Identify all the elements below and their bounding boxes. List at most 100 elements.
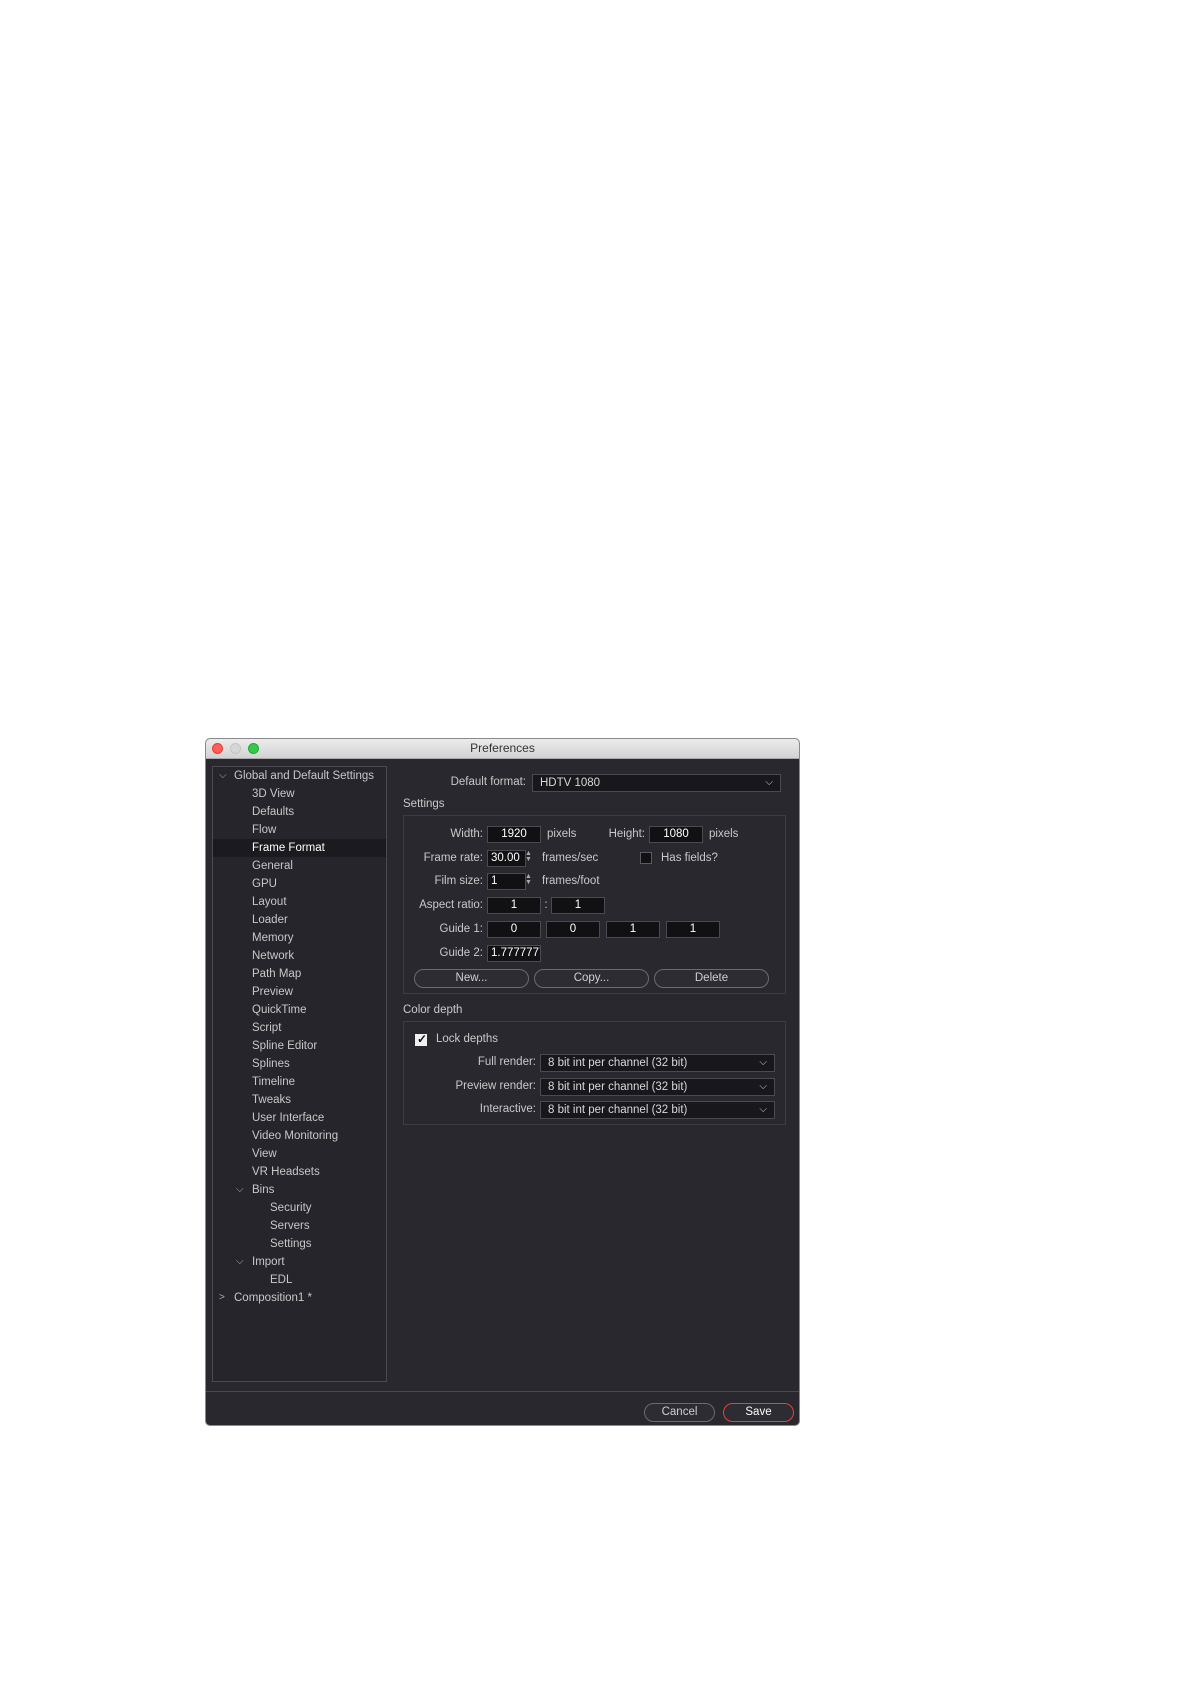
default-format-dropdown[interactable]: HDTV 1080 ⌵ <box>532 774 781 792</box>
tree-item-import[interactable]: ⌵ Import <box>213 1253 386 1271</box>
tree-item-edl[interactable]: EDL <box>213 1271 386 1289</box>
tree-item-tweaks[interactable]: Tweaks <box>213 1091 386 1109</box>
chevron-down-icon[interactable]: ⌵ <box>236 1253 244 1271</box>
tree-item-layout[interactable]: Layout <box>213 893 386 911</box>
tree-item-global-and-default-settings[interactable]: ⌵ Global and Default Settings <box>213 767 386 785</box>
guide-1-input[interactable]: 1 <box>666 921 720 938</box>
film-size-unit: frames/foot <box>542 875 600 887</box>
tree-item-flow[interactable]: Flow <box>213 821 386 839</box>
up-down-arrows-icon[interactable]: ▲ ▼ <box>525 850 532 863</box>
tree-item-label: Tweaks <box>252 1094 291 1106</box>
tree-item-security[interactable]: Security <box>213 1199 386 1217</box>
tree-item-label: User Interface <box>252 1112 325 1124</box>
tree-item-label: Network <box>252 950 295 962</box>
tree-item-vr-headsets[interactable]: VR Headsets <box>213 1163 386 1181</box>
tree-item-quicktime[interactable]: QuickTime <box>213 1001 386 1019</box>
copy-format-button[interactable]: Copy... <box>534 969 649 988</box>
tree-item-label: General <box>252 860 293 872</box>
tree-item-label: Loader <box>252 914 288 926</box>
window-title: Preferences <box>470 741 535 755</box>
new-format-button[interactable]: New... <box>414 969 529 988</box>
aspect-ratio-x-input[interactable]: 1 <box>487 897 541 914</box>
tree-item-label: Defaults <box>252 806 295 818</box>
preview-render-dropdown[interactable]: 8 bit int per channel (32 bit) ⌵ <box>540 1078 775 1096</box>
chevron-down-icon[interactable]: ⌵ <box>236 1181 244 1199</box>
tree-item-label: Settings <box>270 1238 312 1250</box>
lock-depths-checkbox[interactable]: ✓ <box>415 1032 427 1046</box>
tree-item-label: Path Map <box>252 968 302 980</box>
preview-render-label: Preview render: <box>455 1080 536 1092</box>
tree-item-frame-format[interactable]: Frame Format <box>213 839 386 857</box>
tree-item-settings[interactable]: Settings <box>213 1235 386 1253</box>
guide-2-label: Guide 2: <box>439 947 483 959</box>
guide-1-input[interactable]: 1 <box>606 921 660 938</box>
tree-item-network[interactable]: Network <box>213 947 386 965</box>
tree-item-label: Bins <box>252 1184 275 1196</box>
tree-item-3d-view[interactable]: 3D View <box>213 785 386 803</box>
tree-item-composition1[interactable]: > Composition1 * <box>213 1289 386 1307</box>
tree-item-gpu[interactable]: GPU <box>213 875 386 893</box>
full-render-dropdown[interactable]: 8 bit int per channel (32 bit) ⌵ <box>540 1054 775 1072</box>
height-unit: pixels <box>709 828 739 840</box>
full-render-value: 8 bit int per channel (32 bit) <box>548 1057 688 1069</box>
frame-rate-unit: frames/sec <box>542 852 599 864</box>
tree-item-label: VR Headsets <box>252 1166 320 1178</box>
chevron-down-icon: ⌵ <box>759 1081 767 1092</box>
tree-item-view[interactable]: View <box>213 1145 386 1163</box>
tree-item-defaults[interactable]: Defaults <box>213 803 386 821</box>
guide-1-input[interactable]: 0 <box>546 921 600 938</box>
has-fields-checkbox[interactable] <box>640 852 652 864</box>
frame-rate-label: Frame rate: <box>423 852 483 864</box>
film-size-input[interactable]: 1 <box>487 873 526 890</box>
guide-1-label: Guide 1: <box>439 923 483 935</box>
tree-item-label: Script <box>252 1022 282 1034</box>
tree-item-preview[interactable]: Preview <box>213 983 386 1001</box>
tree-item-splines[interactable]: Splines <box>213 1055 386 1073</box>
up-down-arrows-icon[interactable]: ▲ ▼ <box>525 873 532 886</box>
has-fields-label: Has fields? <box>661 852 718 864</box>
title-bar[interactable]: Preferences <box>206 739 799 759</box>
tree-item-video-monitoring[interactable]: Video Monitoring <box>213 1127 386 1145</box>
lock-depths-label: Lock depths <box>436 1033 499 1045</box>
frame-rate-input[interactable]: 30.00 <box>487 850 526 867</box>
tree-item-label: Preview <box>252 986 293 998</box>
tree-item-path-map[interactable]: Path Map <box>213 965 386 983</box>
chevron-down-icon[interactable]: ⌵ <box>219 767 227 785</box>
height-input[interactable]: 1080 <box>649 826 703 843</box>
tree-item-label: Global and Default Settings <box>234 770 375 782</box>
tree-item-memory[interactable]: Memory <box>213 929 386 947</box>
tree-item-general[interactable]: General <box>213 857 386 875</box>
tree-item-label: GPU <box>252 878 277 890</box>
tree-item-label: Security <box>270 1202 312 1214</box>
tree-item-timeline[interactable]: Timeline <box>213 1073 386 1091</box>
tree-item-label: Splines <box>252 1058 290 1070</box>
tree-item-spline-editor[interactable]: Spline Editor <box>213 1037 386 1055</box>
interactive-value: 8 bit int per channel (32 bit) <box>548 1104 688 1116</box>
delete-format-button[interactable]: Delete <box>654 969 769 988</box>
default-format-value: HDTV 1080 <box>540 777 601 789</box>
guide-1-input[interactable]: 0 <box>487 921 541 938</box>
tree-item-servers[interactable]: Servers <box>213 1217 386 1235</box>
tree-item-label: Servers <box>270 1220 310 1232</box>
interactive-label: Interactive: <box>479 1103 536 1115</box>
tree-item-label: Video Monitoring <box>252 1130 339 1142</box>
width-input[interactable]: 1920 <box>487 826 541 843</box>
tree-item-loader[interactable]: Loader <box>213 911 386 929</box>
tree-item-label: Frame Format <box>252 842 325 854</box>
tree-item-user-interface[interactable]: User Interface <box>213 1109 386 1127</box>
interactive-dropdown[interactable]: 8 bit int per channel (32 bit) ⌵ <box>540 1101 775 1119</box>
preferences-window: Preferences ⌵ Global and Default Setting… <box>205 738 800 1426</box>
chevron-right-icon[interactable]: > <box>219 1289 225 1307</box>
cancel-button[interactable]: Cancel <box>644 1403 715 1422</box>
save-button[interactable]: Save <box>723 1403 794 1422</box>
height-label: Height: <box>608 828 645 840</box>
chevron-down-icon: ⌵ <box>765 777 773 788</box>
tree-item-bins[interactable]: ⌵ Bins <box>213 1181 386 1199</box>
aspect-ratio-y-input[interactable]: 1 <box>551 897 605 914</box>
guide-2-input[interactable]: 1.7777777 <box>487 945 541 962</box>
settings-heading: Settings <box>403 798 445 810</box>
preferences-tree[interactable]: ⌵ Global and Default Settings 3D View De… <box>212 766 387 1382</box>
tree-item-script[interactable]: Script <box>213 1019 386 1037</box>
tree-item-label: Import <box>252 1256 285 1268</box>
tree-item-label: Composition1 * <box>234 1292 312 1304</box>
